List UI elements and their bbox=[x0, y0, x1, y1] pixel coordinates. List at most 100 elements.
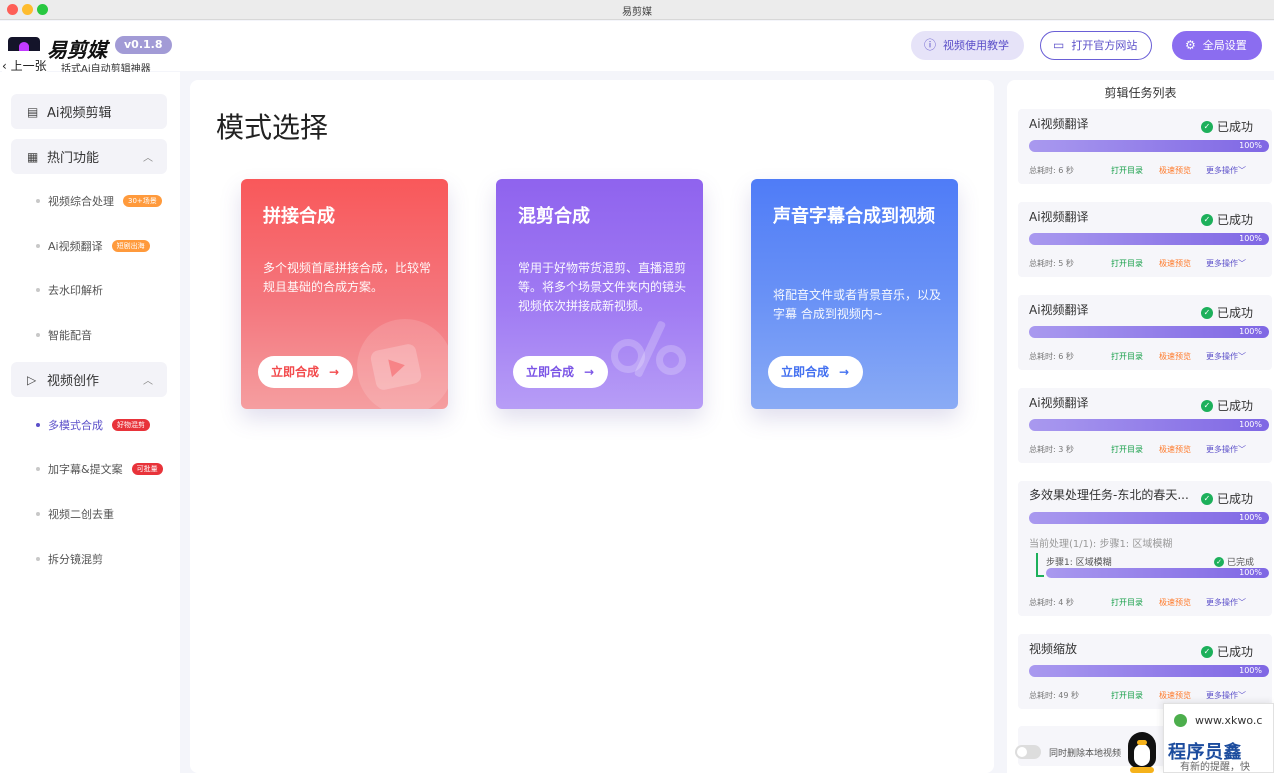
progress-bar: 100% bbox=[1029, 326, 1269, 338]
more-actions-link[interactable]: 更多操作﹀ bbox=[1206, 690, 1246, 701]
elapsed-time: 总耗时: 6 秒 bbox=[1029, 166, 1074, 175]
sidebar-item-label: 加字幕&提文案 bbox=[48, 463, 123, 476]
progress-label: 100% bbox=[1239, 234, 1262, 243]
sidebar-group-create[interactable]: ▷ 视频创作 ︿ bbox=[11, 362, 167, 397]
video-tutorial-button[interactable]: ⓘ 视频使用教学 bbox=[911, 31, 1025, 60]
chevron-up-icon: ︿ bbox=[143, 376, 153, 387]
quick-preview-link[interactable]: 极速预览 bbox=[1159, 597, 1191, 608]
mode-card-audio-subtitle[interactable]: 声音字幕合成到视频 将配音文件或者背景音乐，以及字幕 合成到视频内~ 立即合成 … bbox=[751, 179, 958, 409]
more-actions-link[interactable]: 更多操作﹀ bbox=[1206, 351, 1246, 362]
button-label: 立即合成 bbox=[781, 365, 830, 379]
open-folder-link[interactable]: 打开目录 bbox=[1111, 690, 1143, 701]
watermark-site-text: www.xkwo.c bbox=[1195, 714, 1263, 727]
mode-card-concat[interactable]: 拼接合成 多个视频首尾拼接合成，比较常规且基础的合成方案。 立即合成 → bbox=[241, 179, 448, 409]
elapsed-time: 总耗时: 5 秒 bbox=[1029, 259, 1074, 268]
sidebar-item-ai-translate[interactable]: Ai视频翻译 短剧出海 bbox=[36, 236, 150, 256]
sidebar-item-ai-video-edit[interactable]: ▤ Ai视频剪辑 bbox=[11, 94, 167, 129]
task-status: ✓ 已成功 bbox=[1201, 643, 1253, 660]
page-title: 模式选择 bbox=[216, 111, 329, 144]
progress-bar: 100% bbox=[1029, 512, 1269, 524]
watermark-subtitle: 有新的提醒，快 bbox=[1180, 762, 1250, 773]
sidebar-item-label: 视频综合处理 bbox=[48, 195, 114, 208]
start-compose-button[interactable]: 立即合成 → bbox=[513, 356, 609, 388]
current-step-text: 当前处理(1/1): 步骤1: 区域模糊 bbox=[1029, 539, 1173, 550]
task-card: Ai视频翻译 ✓ 已成功 100% 总耗时: 5 秒 打开目录 极速预览 更多操作… bbox=[1018, 202, 1272, 277]
task-name: Ai视频翻译 bbox=[1029, 210, 1089, 224]
grid-icon: ▦ bbox=[27, 149, 39, 164]
elapsed-time: 总耗时: 49 秒 bbox=[1029, 691, 1079, 700]
sidebar-item-multi-mode[interactable]: 多模式合成 好物混剪 bbox=[36, 415, 150, 435]
card-description: 常用于好物带货混剪、直播混剪等。将多个场景文件夹内的镜头视频依次拼接成新视频。 bbox=[518, 261, 687, 313]
chevron-down-icon: ﹀ bbox=[1238, 259, 1246, 268]
more-actions-link[interactable]: 更多操作﹀ bbox=[1206, 444, 1246, 455]
card-description: 将配音文件或者背景音乐，以及字幕 合成到视频内~ bbox=[773, 288, 942, 321]
main-panel: 模式选择 拼接合成 多个视频首尾拼接合成，比较常规且基础的合成方案。 立即合成 … bbox=[190, 80, 994, 773]
back-label: 上一张 bbox=[10, 59, 47, 73]
chevron-down-icon: ﹀ bbox=[1238, 598, 1246, 607]
task-status: ✓ 已成功 bbox=[1201, 211, 1253, 228]
more-actions-link[interactable]: 更多操作﹀ bbox=[1206, 597, 1246, 608]
toggle-label: 同时删除本地视频 bbox=[1049, 748, 1122, 759]
sidebar-item-split-mix[interactable]: 拆分镜混剪 bbox=[36, 549, 103, 569]
browser-icon: ▭ bbox=[1053, 38, 1065, 52]
check-icon: ✓ bbox=[1201, 213, 1213, 226]
video-tutorial-label: 视频使用教学 bbox=[943, 39, 1010, 52]
video-icon: ▷ bbox=[27, 372, 37, 387]
quick-preview-link[interactable]: 极速预览 bbox=[1159, 258, 1191, 269]
task-footer: 总耗时: 6 秒 打开目录 极速预览 更多操作﹀ bbox=[1029, 165, 1271, 176]
task-status-label: 已成功 bbox=[1217, 213, 1254, 227]
sidebar-item-video-processing[interactable]: 视频综合处理 30+场景 bbox=[36, 191, 162, 211]
progress-bar: 100% bbox=[1029, 419, 1269, 431]
check-icon: ✓ bbox=[1214, 556, 1224, 567]
start-compose-button[interactable]: 立即合成 → bbox=[768, 356, 864, 388]
sidebar-group-hot[interactable]: ▦ 热门功能 ︿ bbox=[11, 139, 167, 174]
task-name: Ai视频翻译 bbox=[1029, 117, 1089, 131]
open-folder-link[interactable]: 打开目录 bbox=[1111, 597, 1143, 608]
progress-label: 100% bbox=[1239, 420, 1262, 429]
sidebar-item-dedup[interactable]: 视频二创去重 bbox=[36, 504, 114, 524]
quick-preview-link[interactable]: 极速预览 bbox=[1159, 444, 1191, 455]
logo-text: 易剪媒 bbox=[47, 38, 107, 62]
gear-icon: ⚙ bbox=[1185, 38, 1196, 52]
more-actions-link[interactable]: 更多操作﹀ bbox=[1206, 258, 1246, 269]
task-list-title: 剪辑任务列表 bbox=[1104, 86, 1177, 100]
check-icon: ✓ bbox=[1201, 645, 1213, 658]
step-progress-bar: 100% bbox=[1046, 568, 1269, 578]
global-settings-button[interactable]: ⚙ 全局设置 bbox=[1172, 31, 1262, 60]
feature-tag: 好物混剪 bbox=[112, 419, 150, 431]
open-folder-link[interactable]: 打开目录 bbox=[1111, 165, 1143, 176]
sidebar-item-watermark-removal[interactable]: 去水印解析 bbox=[36, 280, 103, 300]
watermark-popup: www.xkwo.c 程序员鑫 有新的提醒，快 bbox=[1163, 703, 1274, 773]
sidebar-item-subtitles[interactable]: 加字幕&提文案 可批量 bbox=[36, 459, 163, 479]
progress-label: 100% bbox=[1239, 666, 1262, 675]
button-label: 立即合成 bbox=[271, 365, 320, 379]
delete-local-video-toggle[interactable] bbox=[1015, 745, 1041, 759]
sidebar: ▤ Ai视频剪辑 ▦ 热门功能 ︿ 视频综合处理 30+场景 Ai视频翻译 短剧… bbox=[0, 72, 180, 773]
official-site-button[interactable]: ▭ 打开官方网站 bbox=[1040, 31, 1153, 60]
official-site-label: 打开官方网站 bbox=[1071, 39, 1138, 52]
open-folder-link[interactable]: 打开目录 bbox=[1111, 444, 1143, 455]
open-folder-link[interactable]: 打开目录 bbox=[1111, 351, 1143, 362]
bullet-dot bbox=[36, 288, 40, 292]
quick-preview-link[interactable]: 极速预览 bbox=[1159, 690, 1191, 701]
chevron-down-icon: ﹀ bbox=[1238, 352, 1246, 361]
sidebar-item-smart-dubbing[interactable]: 智能配音 bbox=[36, 325, 92, 345]
chevron-down-icon: ﹀ bbox=[1238, 691, 1246, 700]
logo-icon bbox=[8, 37, 40, 51]
quick-preview-link[interactable]: 极速预览 bbox=[1159, 351, 1191, 362]
task-name: Ai视频翻译 bbox=[1029, 396, 1089, 410]
open-folder-link[interactable]: 打开目录 bbox=[1111, 258, 1143, 269]
quick-preview-link[interactable]: 极速预览 bbox=[1159, 165, 1191, 176]
more-actions-label: 更多操作 bbox=[1206, 598, 1238, 607]
sidebar-item-label: 多模式合成 bbox=[48, 419, 103, 432]
leaf-icon bbox=[1174, 714, 1187, 727]
task-status-label: 已成功 bbox=[1217, 306, 1254, 320]
elapsed-time: 总耗时: 4 秒 bbox=[1029, 598, 1074, 607]
bullet-dot bbox=[36, 557, 40, 561]
task-status: ✓ 已成功 bbox=[1201, 490, 1253, 507]
sidebar-group-label: 视频创作 bbox=[47, 374, 100, 389]
more-actions-link[interactable]: 更多操作﹀ bbox=[1206, 165, 1246, 176]
mode-card-mix[interactable]: 混剪合成 常用于好物带货混剪、直播混剪等。将多个场景文件夹内的镜头视频依次拼接成… bbox=[496, 179, 703, 409]
start-compose-button[interactable]: 立即合成 → bbox=[258, 356, 354, 388]
more-actions-label: 更多操作 bbox=[1206, 352, 1238, 361]
